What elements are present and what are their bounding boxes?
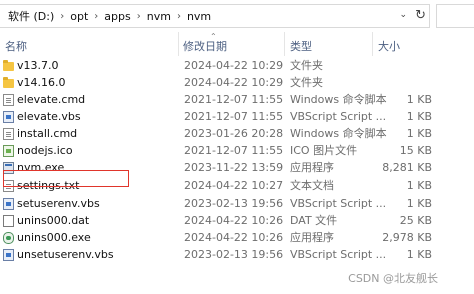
- list-item[interactable]: unsetuserenv.vbs 2023-02-13 19:56 VBScri…: [0, 247, 474, 263]
- file-date: 2024-04-22 10:26: [184, 214, 284, 227]
- column-divider[interactable]: [178, 32, 179, 56]
- file-date: 2024-04-22 10:29: [184, 59, 284, 72]
- address-bar: 软件 (D:) › opt › apps › nvm › nvm ⌄ ↻: [0, 0, 474, 30]
- file-size: 2,978 KB: [382, 231, 432, 244]
- breadcrumb-drive[interactable]: 软件 (D:): [8, 8, 54, 24]
- file-name: v13.7.0: [17, 59, 59, 72]
- cmd-file-icon: [3, 128, 14, 140]
- file-size: 15 KB: [399, 144, 432, 157]
- breadcrumb-apps[interactable]: apps: [104, 10, 130, 23]
- file-type: VBScript Script ...: [290, 197, 387, 210]
- breadcrumb-separator[interactable]: ›: [94, 11, 98, 22]
- file-date: 2021-12-07 11:55: [184, 93, 284, 106]
- file-date: 2024-04-22 10:26: [184, 231, 284, 244]
- search-input[interactable]: [436, 4, 474, 28]
- breadcrumb-separator[interactable]: ›: [137, 11, 141, 22]
- file-type: 文件夹: [290, 59, 323, 72]
- column-name[interactable]: 名称: [5, 38, 27, 54]
- file-date: 2021-12-07 11:55: [184, 110, 284, 123]
- file-size: 1 KB: [406, 179, 432, 192]
- file-name: elevate.vbs: [17, 110, 81, 123]
- file-date: 2023-02-13 19:56: [184, 197, 284, 210]
- uninstaller-icon: [3, 232, 14, 244]
- file-date: 2023-01-26 20:28: [184, 127, 284, 140]
- cmd-file-icon: [3, 94, 14, 106]
- file-size: 1 KB: [406, 110, 432, 123]
- file-type: 文本文档: [290, 179, 334, 192]
- column-divider[interactable]: [372, 32, 373, 56]
- file-size: 1 KB: [406, 197, 432, 210]
- list-item[interactable]: nodejs.ico 2021-12-07 11:55 ICO 图片文件 15 …: [0, 143, 474, 159]
- highlight-box: [3, 170, 129, 187]
- breadcrumb-nvm-current[interactable]: nvm: [187, 10, 211, 23]
- file-type: DAT 文件: [290, 214, 338, 227]
- file-type: Windows 命令脚本: [290, 127, 387, 140]
- file-size: 1 KB: [406, 127, 432, 140]
- file-date: 2024-04-22 10:29: [184, 76, 284, 89]
- vbs-file-icon: [3, 111, 14, 123]
- breadcrumb-nvm[interactable]: nvm: [147, 10, 171, 23]
- file-type: VBScript Script ...: [290, 110, 387, 123]
- list-item[interactable]: v14.16.0 2024-04-22 10:29 文件夹: [0, 75, 474, 91]
- file-date: 2023-11-22 13:59: [184, 161, 284, 174]
- ico-file-icon: [3, 145, 14, 157]
- breadcrumb-separator[interactable]: ›: [60, 11, 64, 22]
- column-divider[interactable]: [284, 32, 285, 56]
- breadcrumb[interactable]: 软件 (D:) › opt › apps › nvm › nvm ⌄ ↻: [0, 4, 430, 28]
- dat-file-icon: [3, 215, 14, 227]
- list-item[interactable]: elevate.cmd 2021-12-07 11:55 Windows 命令脚…: [0, 92, 474, 108]
- file-name: v14.16.0: [17, 76, 66, 89]
- file-date: 2021-12-07 11:55: [184, 144, 284, 157]
- vbs-file-icon: [3, 198, 14, 210]
- list-item[interactable]: elevate.vbs 2021-12-07 11:55 VBScript Sc…: [0, 109, 474, 125]
- chevron-down-icon[interactable]: ⌄: [399, 10, 407, 20]
- file-name: unins000.exe: [17, 231, 91, 244]
- file-name: elevate.cmd: [17, 93, 86, 106]
- watermark: CSDN @北友舰长: [348, 272, 438, 285]
- column-header: ⌃ 名称 修改日期 类型 大小: [0, 32, 474, 56]
- file-name: unins000.dat: [17, 214, 90, 227]
- breadcrumb-separator[interactable]: ›: [177, 11, 181, 22]
- column-date[interactable]: 修改日期: [183, 38, 227, 54]
- file-type: VBScript Script ...: [290, 248, 387, 261]
- vbs-file-icon: [3, 249, 14, 261]
- file-size: 8,281 KB: [382, 161, 432, 174]
- file-size: 1 KB: [406, 93, 432, 106]
- list-item[interactable]: install.cmd 2023-01-26 20:28 Windows 命令脚…: [0, 126, 474, 142]
- list-item[interactable]: v13.7.0 2024-04-22 10:29 文件夹: [0, 58, 474, 74]
- folder-icon: [3, 77, 14, 88]
- folder-icon: [3, 60, 14, 71]
- file-type: ICO 图片文件: [290, 144, 358, 157]
- file-name: setuserenv.vbs: [17, 197, 100, 210]
- file-name: unsetuserenv.vbs: [17, 248, 114, 261]
- list-item[interactable]: unins000.dat 2024-04-22 10:26 DAT 文件 25 …: [0, 213, 474, 229]
- file-type: 文件夹: [290, 76, 323, 89]
- file-date: 2023-02-13 19:56: [184, 248, 284, 261]
- file-size: 1 KB: [406, 248, 432, 261]
- breadcrumb-opt[interactable]: opt: [70, 10, 88, 23]
- file-date: 2024-04-22 10:27: [184, 179, 284, 192]
- list-item[interactable]: setuserenv.vbs 2023-02-13 19:56 VBScript…: [0, 196, 474, 212]
- file-type: 应用程序: [290, 161, 334, 174]
- file-name: install.cmd: [17, 127, 78, 140]
- file-size: 25 KB: [399, 214, 432, 227]
- list-item[interactable]: unins000.exe 2024-04-22 10:26 应用程序 2,978…: [0, 230, 474, 246]
- file-type: 应用程序: [290, 231, 334, 244]
- refresh-icon[interactable]: ↻: [415, 8, 426, 23]
- column-size[interactable]: 大小: [378, 38, 400, 54]
- file-name: nodejs.ico: [17, 144, 73, 157]
- file-type: Windows 命令脚本: [290, 93, 387, 106]
- column-type[interactable]: 类型: [290, 38, 312, 54]
